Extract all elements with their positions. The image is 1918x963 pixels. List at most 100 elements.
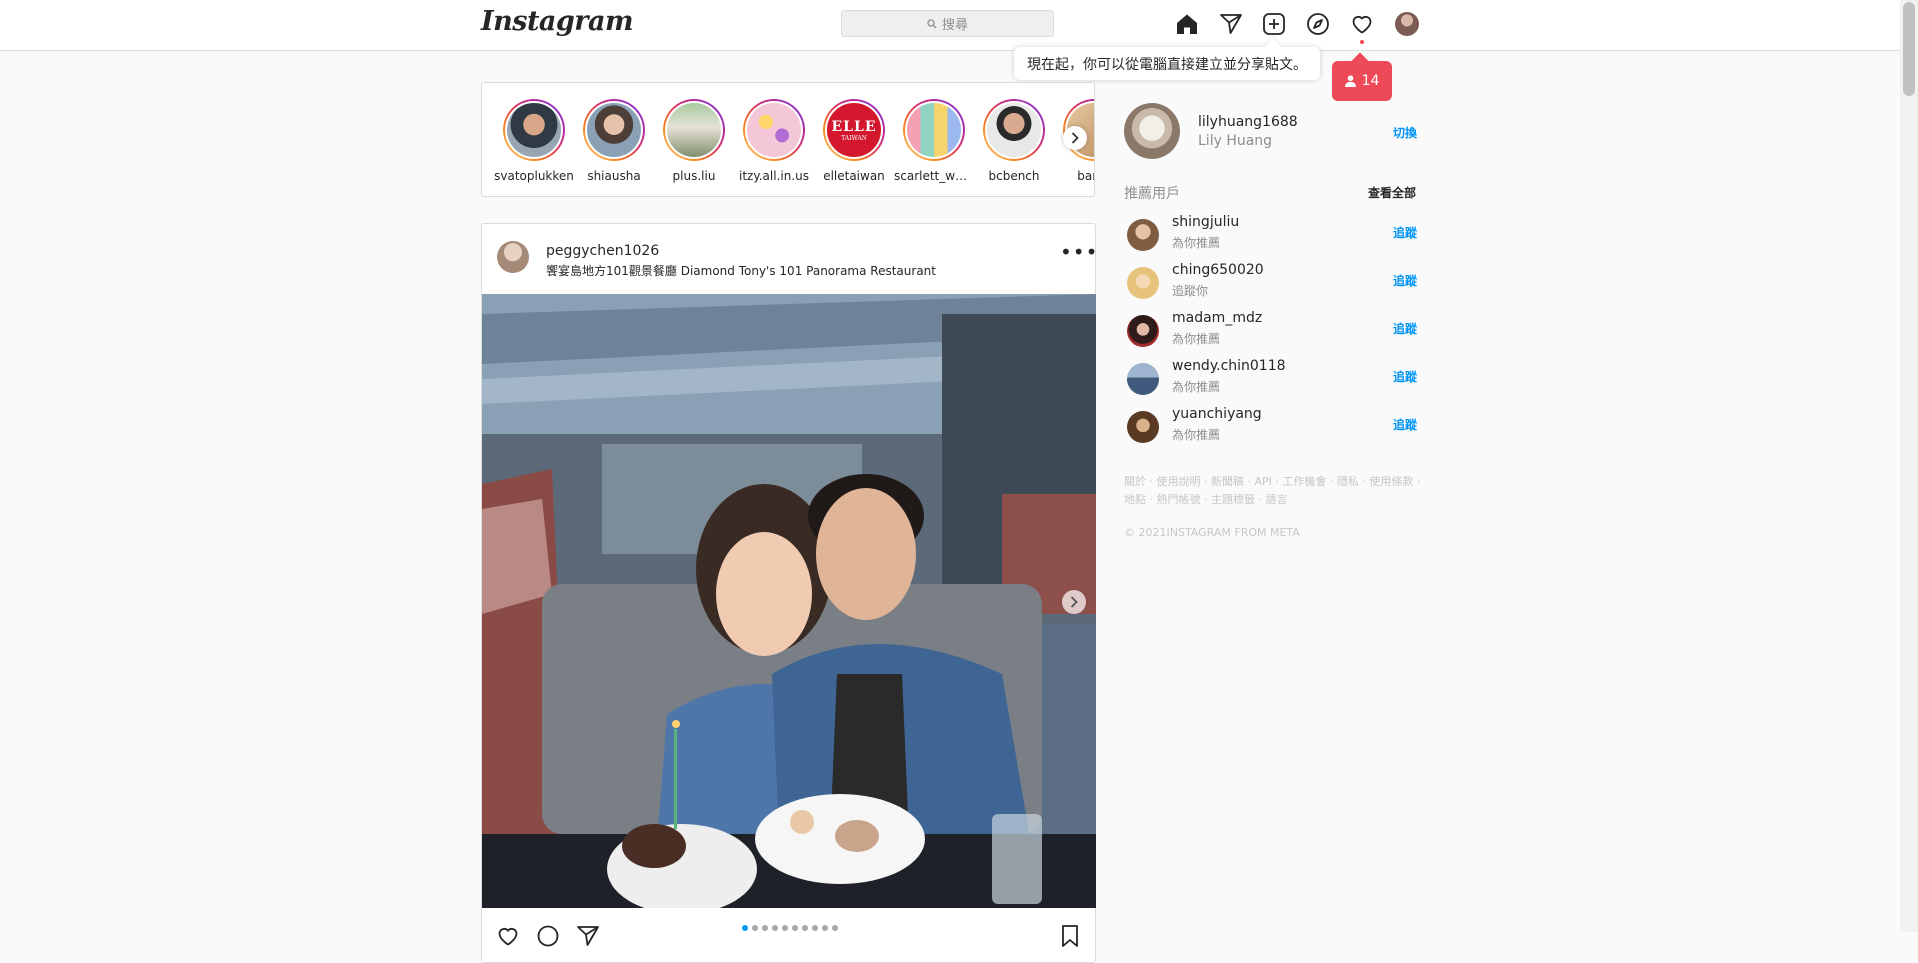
switch-account-button[interactable]: 切換	[1393, 124, 1417, 141]
post-options-button[interactable]: •••	[1060, 240, 1098, 264]
chevron-right-icon	[1070, 596, 1078, 608]
suggestion-username[interactable]: yuanchiyang	[1172, 406, 1262, 422]
carousel-indicator	[742, 925, 838, 931]
story-avatar	[985, 101, 1043, 159]
story-avatar	[905, 101, 963, 159]
story-avatar	[585, 101, 643, 159]
story-username: scarlett_whi...	[894, 169, 974, 183]
follow-button[interactable]: 追蹤	[1393, 368, 1417, 385]
home-icon[interactable]	[1174, 11, 1200, 37]
carousel-dot	[792, 925, 798, 931]
story-avatar	[665, 101, 723, 159]
story-avatar	[505, 101, 563, 159]
suggestion-reason: 為你推薦	[1172, 236, 1221, 250]
copyright-text: © 2021INSTAGRAM FROM META	[1124, 526, 1300, 539]
carousel-dot	[832, 925, 838, 931]
follow-button[interactable]: 追蹤	[1393, 320, 1417, 337]
page-scrollbar[interactable]	[1900, 0, 1918, 932]
suggestion-username[interactable]: shingjuliu	[1172, 214, 1239, 230]
suggestion-username[interactable]: ching650020	[1172, 262, 1264, 278]
post-photo-image	[482, 294, 1096, 908]
activity-heart-icon[interactable]	[1349, 11, 1375, 37]
comment-icon[interactable]	[536, 924, 560, 948]
story-username: svatoplukken	[494, 169, 574, 183]
suggestion-avatar[interactable]	[1127, 363, 1159, 395]
story-item[interactable]: ELLE TAIWAN elletaiwan	[814, 99, 894, 183]
suggestion-avatar[interactable]	[1127, 315, 1159, 347]
story-username: itzy.all.in.us	[739, 169, 809, 183]
suggestion-avatar[interactable]	[1127, 411, 1159, 443]
suggestion-reason: 追蹤你	[1172, 284, 1209, 298]
notification-dot	[1360, 40, 1364, 44]
see-all-suggestions-link[interactable]: 查看全部	[1368, 184, 1416, 201]
story-username: shiausha	[587, 169, 641, 183]
suggestion-row: ching650020 追蹤你 追蹤	[1127, 262, 1417, 302]
carousel-dot	[752, 925, 758, 931]
current-username[interactable]: lilyhuang1688	[1198, 114, 1298, 130]
footer-links-line[interactable]: 地點 · 熱門帳號 · 主題標籤 · 語言	[1124, 491, 1424, 509]
story-item[interactable]: itzy.all.in.us	[734, 99, 814, 183]
carousel-dot	[762, 925, 768, 931]
story-username: plus.liu	[672, 169, 716, 183]
activity-count: 14	[1361, 73, 1380, 89]
suggestion-row: yuanchiyang 為你推薦 追蹤	[1127, 406, 1417, 446]
top-nav-bar: Instagram 搜尋	[0, 0, 1900, 51]
suggestion-row: madam_mdz 為你推薦 追蹤	[1127, 310, 1417, 350]
suggestions-heading: 推薦用戶	[1124, 186, 1180, 202]
carousel-dot	[802, 925, 808, 931]
story-item[interactable]: shiausha	[574, 99, 654, 183]
story-item[interactable]: scarlett_whi...	[894, 99, 974, 183]
post-username[interactable]: peggychen1026	[546, 243, 659, 259]
current-user-fullname: Lily Huang	[1198, 133, 1273, 149]
photo-next-button[interactable]	[1062, 590, 1086, 614]
story-username: bcbench	[988, 169, 1040, 183]
user-icon	[1344, 75, 1356, 87]
story-item[interactable]: plus.liu	[654, 99, 734, 183]
current-user-avatar[interactable]	[1124, 103, 1180, 159]
explore-compass-icon[interactable]	[1305, 11, 1331, 37]
suggestion-avatar[interactable]	[1127, 267, 1159, 299]
search-icon	[927, 18, 937, 28]
scrollbar-thumb[interactable]	[1903, 2, 1915, 96]
activity-count-badge[interactable]: 14	[1332, 61, 1392, 101]
post-location[interactable]: 饗宴島地方101觀景餐廳 Diamond Tony's 101 Panorama…	[546, 262, 936, 279]
suggestion-avatar[interactable]	[1127, 219, 1159, 251]
stories-next-button[interactable]	[1063, 126, 1087, 150]
follow-button[interactable]: 追蹤	[1393, 272, 1417, 289]
profile-avatar[interactable]	[1395, 12, 1419, 36]
suggestion-reason: 為你推薦	[1172, 380, 1221, 394]
like-heart-icon[interactable]	[496, 924, 520, 948]
feed-post: peggychen1026 饗宴島地方101觀景餐廳 Diamond Tony'…	[481, 223, 1098, 963]
suggestion-username[interactable]: madam_mdz	[1172, 310, 1262, 326]
suggestion-row: wendy.chin0118 為你推薦 追蹤	[1127, 358, 1417, 398]
search-input[interactable]: 搜尋	[841, 10, 1054, 37]
suggestion-reason: 為你推薦	[1172, 332, 1221, 346]
suggestion-username[interactable]: wendy.chin0118	[1172, 358, 1286, 374]
carousel-dot	[812, 925, 818, 931]
instagram-logo[interactable]: Instagram	[481, 6, 634, 37]
story-username: bangl	[1077, 169, 1094, 183]
story-item[interactable]: svatoplukken	[494, 99, 574, 183]
footer-links[interactable]: 關於 · 使用說明 · 新聞稿 · API · 工作機會 · 隱私 · 使用條款…	[1124, 473, 1424, 509]
post-author-avatar[interactable]	[497, 241, 529, 273]
story-username: elletaiwan	[823, 169, 885, 183]
direct-messages-icon[interactable]	[1218, 11, 1244, 37]
post-photo[interactable]	[482, 294, 1096, 908]
new-post-icon[interactable]	[1261, 11, 1287, 37]
search-placeholder: 搜尋	[941, 18, 968, 33]
share-icon[interactable]	[576, 924, 600, 948]
create-post-tooltip: 現在起，你可以從電腦直接建立並分享貼文。	[1014, 47, 1320, 80]
suggestion-reason: 為你推薦	[1172, 428, 1221, 442]
tooltip-text: 現在起，你可以從電腦直接建立並分享貼文。	[1027, 56, 1307, 73]
follow-button[interactable]: 追蹤	[1393, 416, 1417, 433]
suggestion-row: shingjuliu 為你推薦 追蹤	[1127, 214, 1417, 254]
stories-tray: svatoplukken shiausha plus.liu itzy.all.…	[481, 82, 1095, 197]
follow-button[interactable]: 追蹤	[1393, 224, 1417, 241]
story-avatar	[745, 101, 803, 159]
save-bookmark-icon[interactable]	[1058, 924, 1082, 948]
elle-logo: ELLE TAIWAN	[825, 101, 883, 159]
story-item[interactable]: bcbench	[974, 99, 1054, 183]
footer-links-line[interactable]: 關於 · 使用說明 · 新聞稿 · API · 工作機會 · 隱私 · 使用條款…	[1124, 473, 1424, 491]
chevron-right-icon	[1071, 132, 1079, 144]
carousel-dot	[772, 925, 778, 931]
